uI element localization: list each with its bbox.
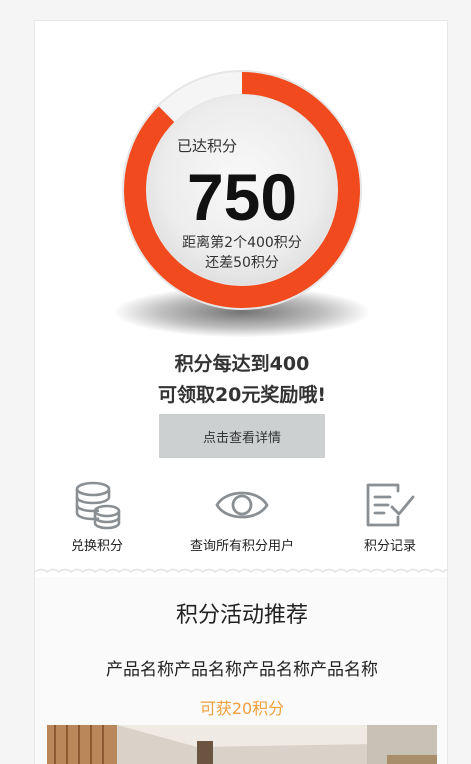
points-distance-line2: 还差50积分 [205,255,279,271]
activity-title: 积分活动推荐 [175,603,308,628]
promo-line1: 积分每达到400 [174,353,310,375]
points-card: 已达积分 750 距离第2个400积分 还差50积分 积分每达到400 可领取2… [34,20,448,764]
points-distance-line1: 距离第2个400积分 [182,235,302,251]
product-photo [47,725,437,764]
product-name[interactable]: 产品名称产品名称产品名称产品名称 [35,655,447,680]
product-image[interactable] [47,725,437,764]
record-check-icon [366,483,415,527]
feature-points-record[interactable]: 积分记录 [345,477,435,554]
feature-label: 兑换积分 [70,539,123,554]
points-value: 750 [186,160,298,234]
activity-section: 积分活动推荐 产品名称产品名称产品名称产品名称 可获20积分 [35,577,447,764]
feature-label: 积分记录 [363,539,416,554]
coins-stack-icon [75,481,121,530]
wavy-divider [35,568,447,573]
points-distance: 距离第2个400积分 还差50积分 [121,233,363,273]
eye-icon [215,491,269,519]
promo-line2: 可领取20元奖励哦! [157,384,327,406]
feature-exchange-points[interactable]: 兑换积分 [41,477,153,554]
points-label: 已达积分 [177,137,238,155]
feature-query-users[interactable]: 查询所有积分用户 [171,477,313,554]
feature-label: 查询所有积分用户 [189,539,294,554]
view-details-button[interactable]: 点击查看详情 [159,414,325,458]
product-points: 可获20积分 [199,699,285,718]
feature-row: 兑换积分 查询所有积分用户 积分记录 [35,477,447,557]
points-ring: 已达积分 750 距离第2个400积分 还差50积分 [115,69,369,349]
promo-text: 积分每达到400 可领取20元奖励哦! [35,349,447,411]
